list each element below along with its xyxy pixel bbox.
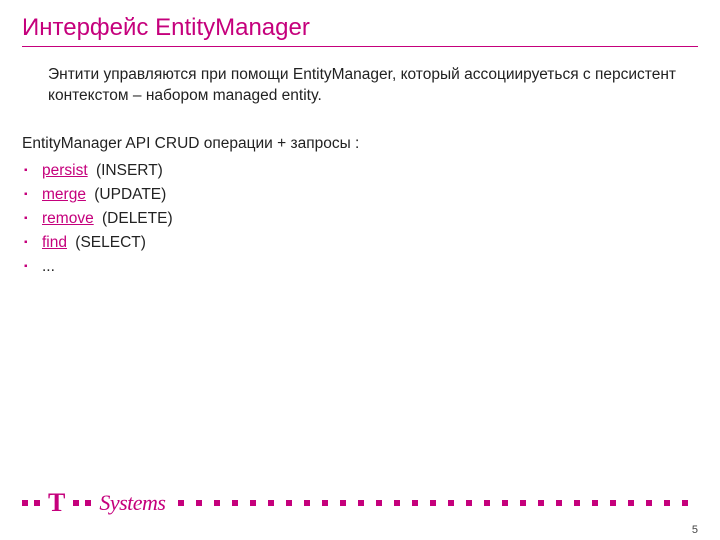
brand-square-icon [556, 500, 562, 506]
brand-square-icon [214, 500, 220, 506]
operations-list: persist (INSERT) merge (UPDATE) remove (… [22, 159, 698, 279]
op-link-find[interactable]: find [42, 234, 67, 251]
list-item: ... [24, 255, 698, 279]
op-link-remove[interactable]: remove [42, 210, 94, 227]
brand-square-icon [448, 500, 454, 506]
brand-square-icon [430, 500, 436, 506]
op-text: (UPDATE) [90, 186, 166, 203]
page-title: Интерфейс EntityManager [22, 14, 698, 47]
brand-square-icon [268, 500, 274, 506]
brand-square-icon [304, 500, 310, 506]
brand-square-icon [538, 500, 544, 506]
brand-square-icon [34, 500, 40, 506]
brand-square-icon [250, 500, 256, 506]
brand-square-icon [484, 500, 490, 506]
brand-square-icon [85, 500, 91, 506]
brand-square-icon [196, 500, 202, 506]
brand-square-icon [664, 500, 670, 506]
list-item: find (SELECT) [24, 231, 698, 255]
brand-square-icon [574, 500, 580, 506]
footer: T Systems [22, 490, 698, 520]
intro-paragraph: Энтити управляются при помощи EntityMana… [48, 65, 688, 107]
list-item: persist (INSERT) [24, 159, 698, 183]
brand-square-icon [178, 500, 184, 506]
brand-square-icon [376, 500, 382, 506]
brand-square-icon [466, 500, 472, 506]
list-item: remove (DELETE) [24, 207, 698, 231]
brand-logo: T Systems [22, 490, 698, 516]
op-text: (INSERT) [92, 162, 163, 179]
list-item: merge (UPDATE) [24, 183, 698, 207]
op-text: ... [42, 258, 55, 275]
brand-square-icon [340, 500, 346, 506]
brand-square-icon [358, 500, 364, 506]
brand-square-icon [646, 500, 652, 506]
op-text: (DELETE) [98, 210, 173, 227]
brand-square-icon [592, 500, 598, 506]
brand-square-icon [520, 500, 526, 506]
brand-square-icon [394, 500, 400, 506]
api-heading: EntityManager API CRUD операции + запрос… [22, 135, 698, 153]
brand-square-icon [73, 500, 79, 506]
brand-square-icon [286, 500, 292, 506]
brand-square-icon [232, 500, 238, 506]
brand-t-mark: T [46, 490, 67, 516]
brand-dots-row [178, 500, 699, 506]
brand-square-icon [322, 500, 328, 506]
op-link-merge[interactable]: merge [42, 186, 86, 203]
brand-square-icon [502, 500, 508, 506]
brand-square-icon [412, 500, 418, 506]
brand-systems-text: Systems [97, 490, 167, 516]
op-link-persist[interactable]: persist [42, 162, 88, 179]
brand-square-icon [22, 500, 28, 506]
brand-square-icon [682, 500, 688, 506]
brand-square-icon [610, 500, 616, 506]
brand-square-icon [628, 500, 634, 506]
op-text: (SELECT) [71, 234, 146, 251]
page-number: 5 [692, 524, 698, 536]
